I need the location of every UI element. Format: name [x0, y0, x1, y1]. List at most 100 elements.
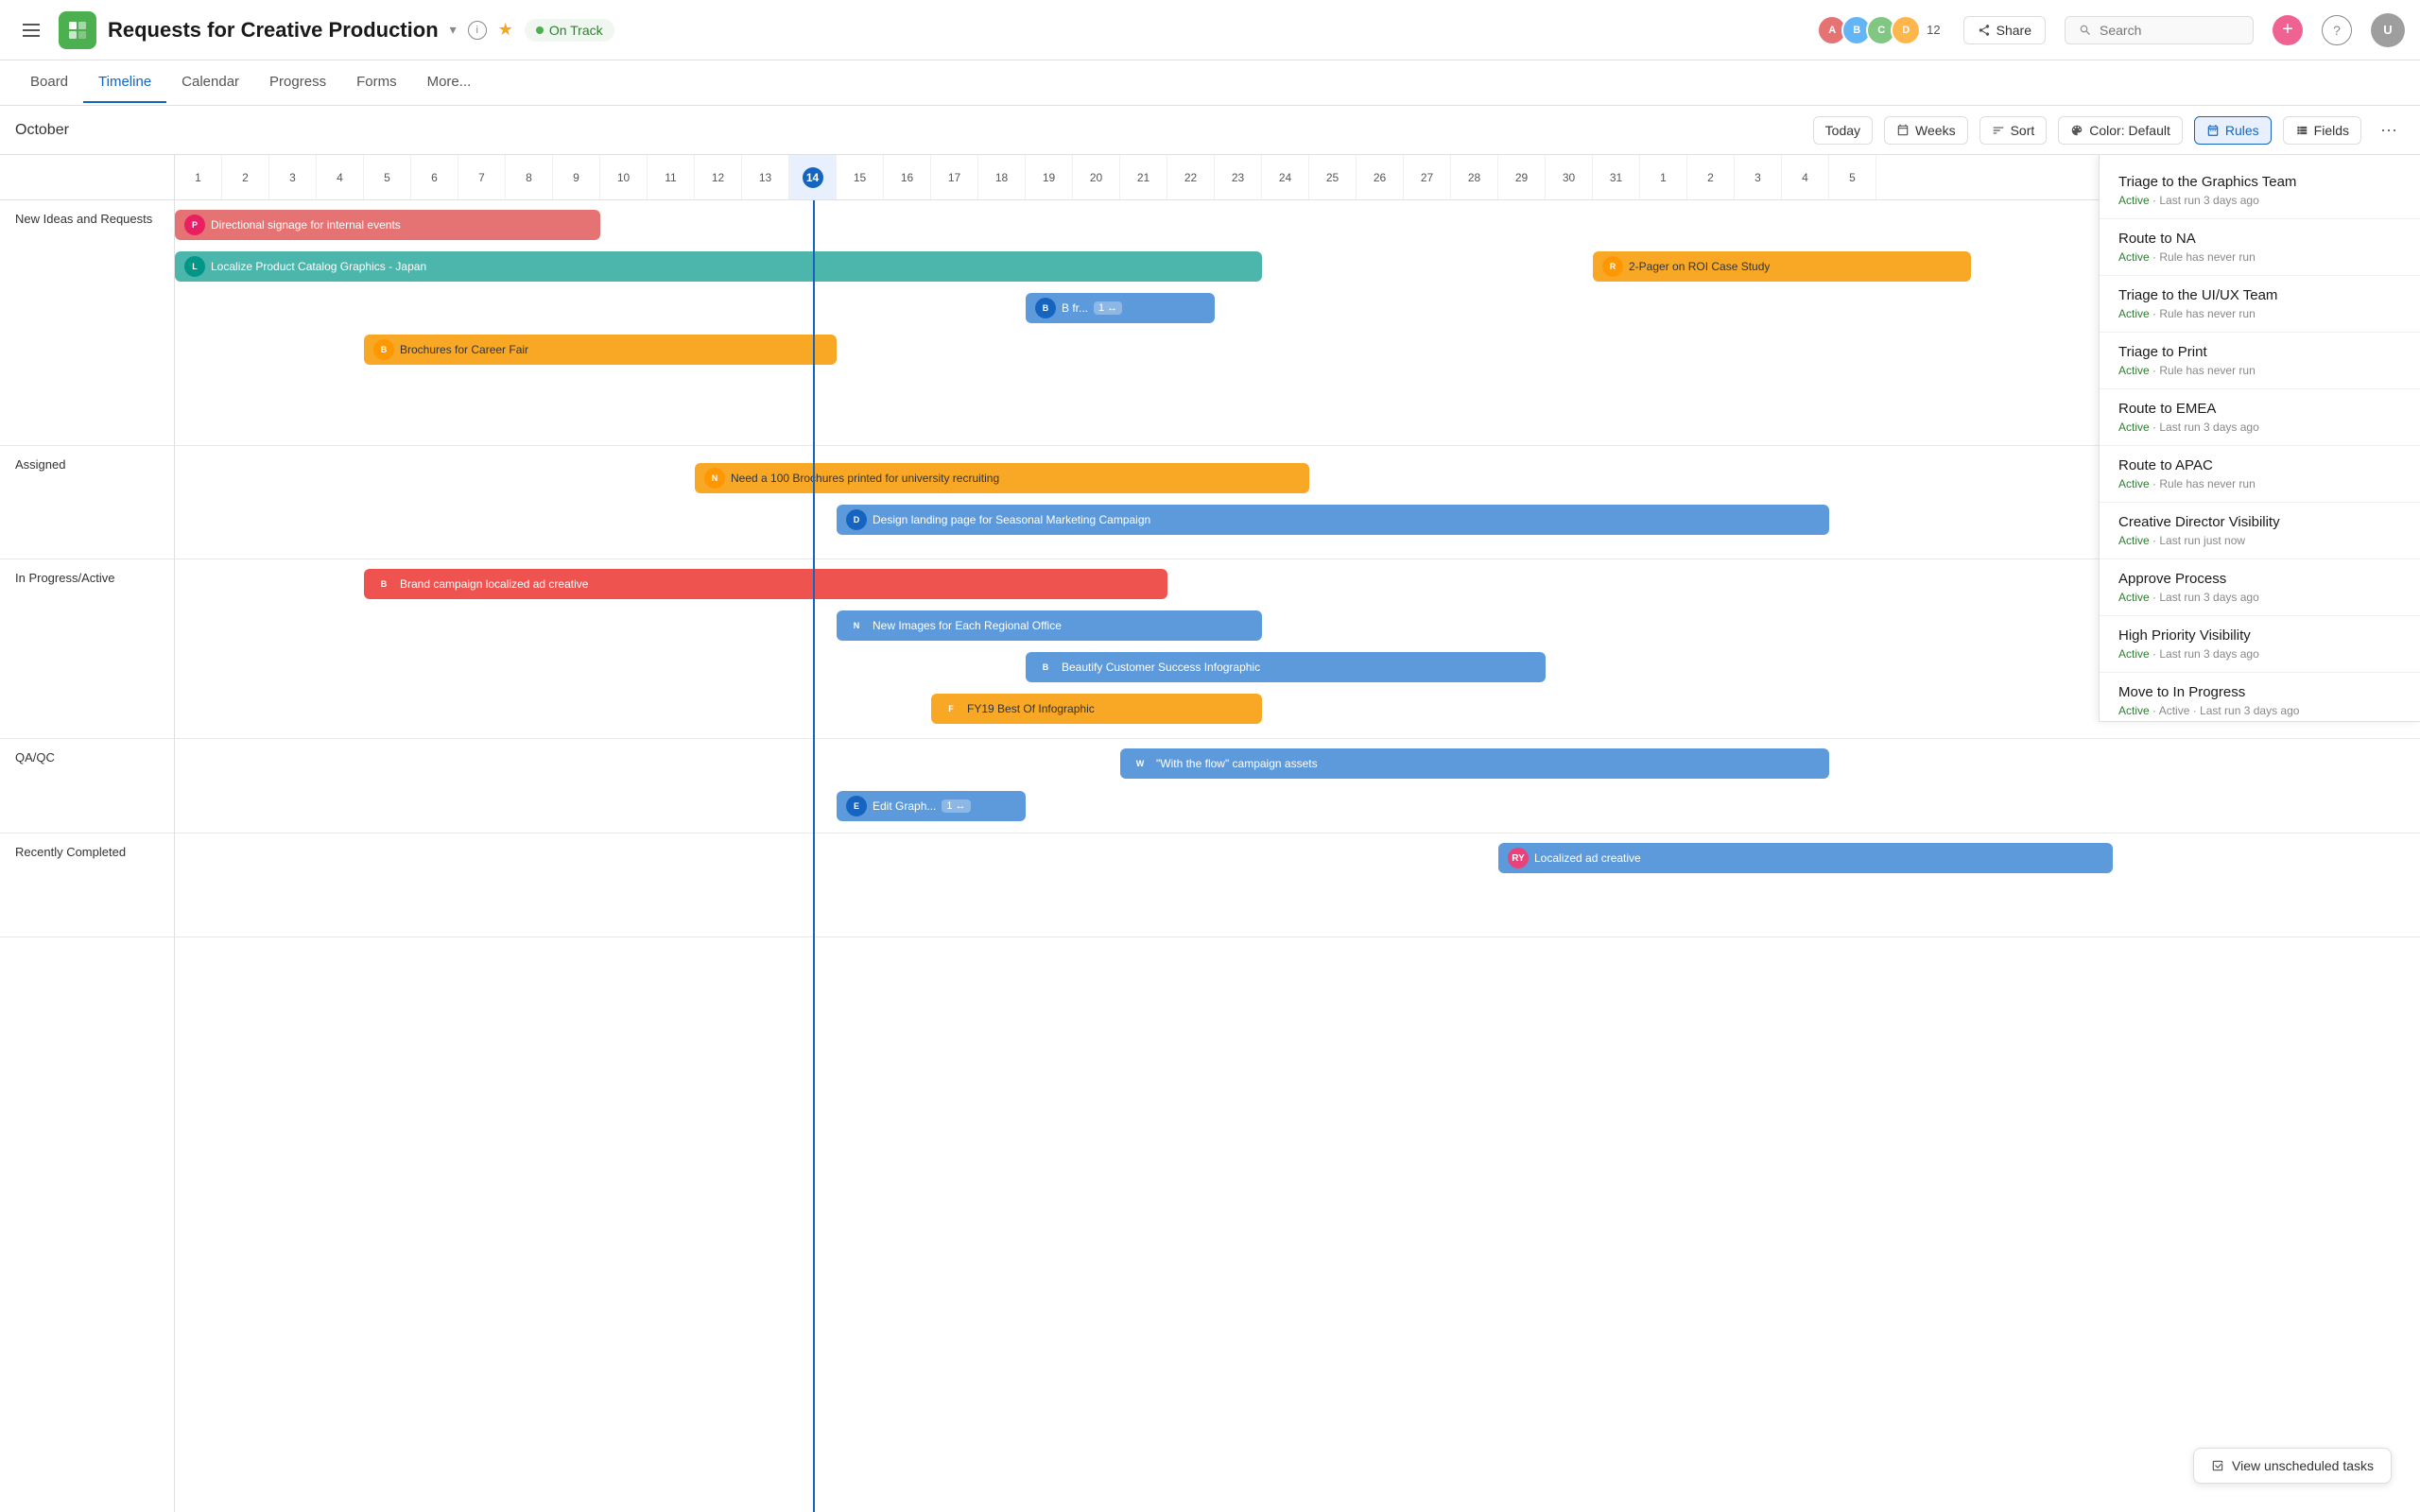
tab-forms[interactable]: Forms: [341, 62, 412, 103]
help-button[interactable]: ?: [2322, 15, 2352, 45]
row-labels: New Ideas and Requests Assigned In Progr…: [0, 155, 175, 1512]
day-cell-22: 22: [1167, 155, 1215, 199]
bar-beautify-infographic[interactable]: B Beautify Customer Success Infographic: [1026, 652, 1546, 682]
rule-status: Active · Active · Last run 3 days ago: [2118, 704, 2401, 717]
add-button[interactable]: +: [2273, 15, 2303, 45]
fields-button[interactable]: Fields: [2283, 116, 2361, 145]
day-cell-16: 16: [884, 155, 931, 199]
rule-name: Approve Process: [2118, 571, 2401, 587]
bar-edit-graph[interactable]: E Edit Graph... 1 ↔: [837, 791, 1026, 821]
day-cell-19: 19: [1026, 155, 1073, 199]
day-cell-21: 21: [1120, 155, 1167, 199]
user-avatar[interactable]: U: [2371, 13, 2405, 47]
day-cell-2: 2: [222, 155, 269, 199]
bar-avatar: B: [373, 339, 394, 360]
rule-item[interactable]: Triage to Print Active · Rule has never …: [2100, 333, 2420, 389]
bar-label: Edit Graph...: [873, 799, 936, 813]
day-cell-26: 26: [1357, 155, 1404, 199]
bar-with-the-flow[interactable]: W "With the flow" campaign assets: [1120, 748, 1829, 779]
bar-new-images[interactable]: N New Images for Each Regional Office: [837, 610, 1262, 641]
rule-item[interactable]: Route to APAC Active · Rule has never ru…: [2100, 446, 2420, 503]
rule-status: Active · Last run 3 days ago: [2118, 647, 2401, 661]
view-unscheduled-button[interactable]: View unscheduled tasks: [2193, 1448, 2392, 1484]
today-button[interactable]: Today: [1813, 116, 1873, 145]
bar-b-fr[interactable]: B B fr... 1 ↔: [1026, 293, 1215, 323]
timeline-row-qa: W "With the flow" campaign assets E Edit…: [175, 739, 2420, 833]
tab-calendar[interactable]: Calendar: [166, 62, 254, 103]
rule-item[interactable]: Route to EMEA Active · Last run 3 days a…: [2100, 389, 2420, 446]
rule-name: Route to EMEA: [2118, 401, 2401, 417]
day-cell-11: 11: [648, 155, 695, 199]
member-avatars[interactable]: A B C D 12: [1817, 15, 1940, 45]
menu-button[interactable]: [15, 16, 47, 44]
bar-label: "With the flow" campaign assets: [1156, 757, 1318, 770]
bar-badge: 1 ↔: [1094, 301, 1122, 315]
tab-progress[interactable]: Progress: [254, 62, 341, 103]
rule-status: Active · Rule has never run: [2118, 250, 2401, 264]
timeline-row-assigned: N Need a 100 Brochures printed for unive…: [175, 446, 2420, 559]
bar-avatar: E: [846, 796, 867, 816]
bar-label: B fr...: [1062, 301, 1088, 315]
app-header: Requests for Creative Production ▾ i ★ O…: [0, 0, 2420, 60]
search-box[interactable]: [2065, 16, 2254, 44]
tab-timeline[interactable]: Timeline: [83, 62, 166, 103]
rule-name: Route to NA: [2118, 231, 2401, 247]
day-cell-1: 1: [175, 155, 222, 199]
bar-avatar: L: [184, 256, 205, 277]
row-label-in-progress: In Progress/Active: [0, 559, 174, 739]
day-cell-18: 18: [978, 155, 1026, 199]
day-cell-5: 5: [364, 155, 411, 199]
bar-avatar: R: [1602, 256, 1623, 277]
favorite-icon[interactable]: ★: [498, 20, 513, 40]
rule-item[interactable]: Triage to the UI/UX Team Active · Rule h…: [2100, 276, 2420, 333]
bar-localized-creative[interactable]: RY Localized ad creative: [1498, 843, 2113, 873]
rule-status: Active · Rule has never run: [2118, 307, 2401, 320]
color-button[interactable]: Color: Default: [2058, 116, 2183, 145]
day-cell-24: 24: [1262, 155, 1309, 199]
bar-directional-signage[interactable]: P Directional signage for internal event…: [175, 210, 600, 240]
share-button[interactable]: Share: [1963, 16, 2046, 44]
rule-item[interactable]: High Priority Visibility Active · Last r…: [2100, 616, 2420, 673]
status-label: On Track: [549, 23, 603, 38]
bar-avatar: N: [704, 468, 725, 489]
rule-status: Active · Rule has never run: [2118, 364, 2401, 377]
rule-item[interactable]: Triage to the Graphics Team Active · Las…: [2100, 163, 2420, 219]
bar-design-landing[interactable]: D Design landing page for Seasonal Marke…: [837, 505, 1829, 535]
row-label-assigned: Assigned: [0, 446, 174, 559]
bar-avatar: W: [1130, 753, 1150, 774]
rule-item[interactable]: Route to NA Active · Rule has never run: [2100, 219, 2420, 276]
bar-avatar: N: [846, 615, 867, 636]
bar-avatar: F: [941, 698, 961, 719]
share-label: Share: [1996, 23, 2031, 38]
sort-button[interactable]: Sort: [1979, 116, 2048, 145]
rule-name: Route to APAC: [2118, 457, 2401, 473]
rules-button[interactable]: Rules: [2194, 116, 2272, 145]
row-label-qa: QA/QC: [0, 739, 174, 833]
info-icon[interactable]: i: [468, 21, 487, 40]
bar-fy19-best[interactable]: F FY19 Best Of Infographic: [931, 694, 1262, 724]
row-label-completed: Recently Completed: [0, 833, 174, 937]
day-cell-31: 31: [1593, 155, 1640, 199]
bar-localize-catalog[interactable]: L Localize Product Catalog Graphics - Ja…: [175, 251, 1262, 282]
rule-item[interactable]: Approve Process Active · Last run 3 days…: [2100, 559, 2420, 616]
weeks-button[interactable]: Weeks: [1884, 116, 1968, 145]
more-options-icon[interactable]: ···: [2373, 116, 2405, 144]
rule-name: Move to In Progress: [2118, 684, 2401, 700]
month-label: October: [15, 122, 1802, 139]
bar-roi-case-study[interactable]: R 2-Pager on ROI Case Study: [1593, 251, 1971, 282]
search-input[interactable]: [2100, 23, 2222, 38]
rule-item[interactable]: Move to In Progress Active · Active · La…: [2100, 673, 2420, 722]
bar-brochures-career-fair[interactable]: B Brochures for Career Fair: [364, 335, 837, 365]
tab-board[interactable]: Board: [15, 62, 83, 103]
title-dropdown-icon[interactable]: ▾: [450, 22, 457, 38]
day-cell-23: 23: [1215, 155, 1262, 199]
day-cell-15: 15: [837, 155, 884, 199]
bar-brand-campaign[interactable]: B Brand campaign localized ad creative: [364, 569, 1167, 599]
rule-item[interactable]: Creative Director Visibility Active · La…: [2100, 503, 2420, 559]
day-cell-29: 29: [1498, 155, 1546, 199]
timeline-toolbar: October Today Weeks Sort Color: Default …: [0, 106, 2420, 155]
view-unscheduled-label: View unscheduled tasks: [2232, 1458, 2374, 1473]
bar-100-brochures[interactable]: N Need a 100 Brochures printed for unive…: [695, 463, 1309, 493]
app-logo: [59, 11, 96, 49]
tab-more[interactable]: More...: [412, 62, 487, 103]
